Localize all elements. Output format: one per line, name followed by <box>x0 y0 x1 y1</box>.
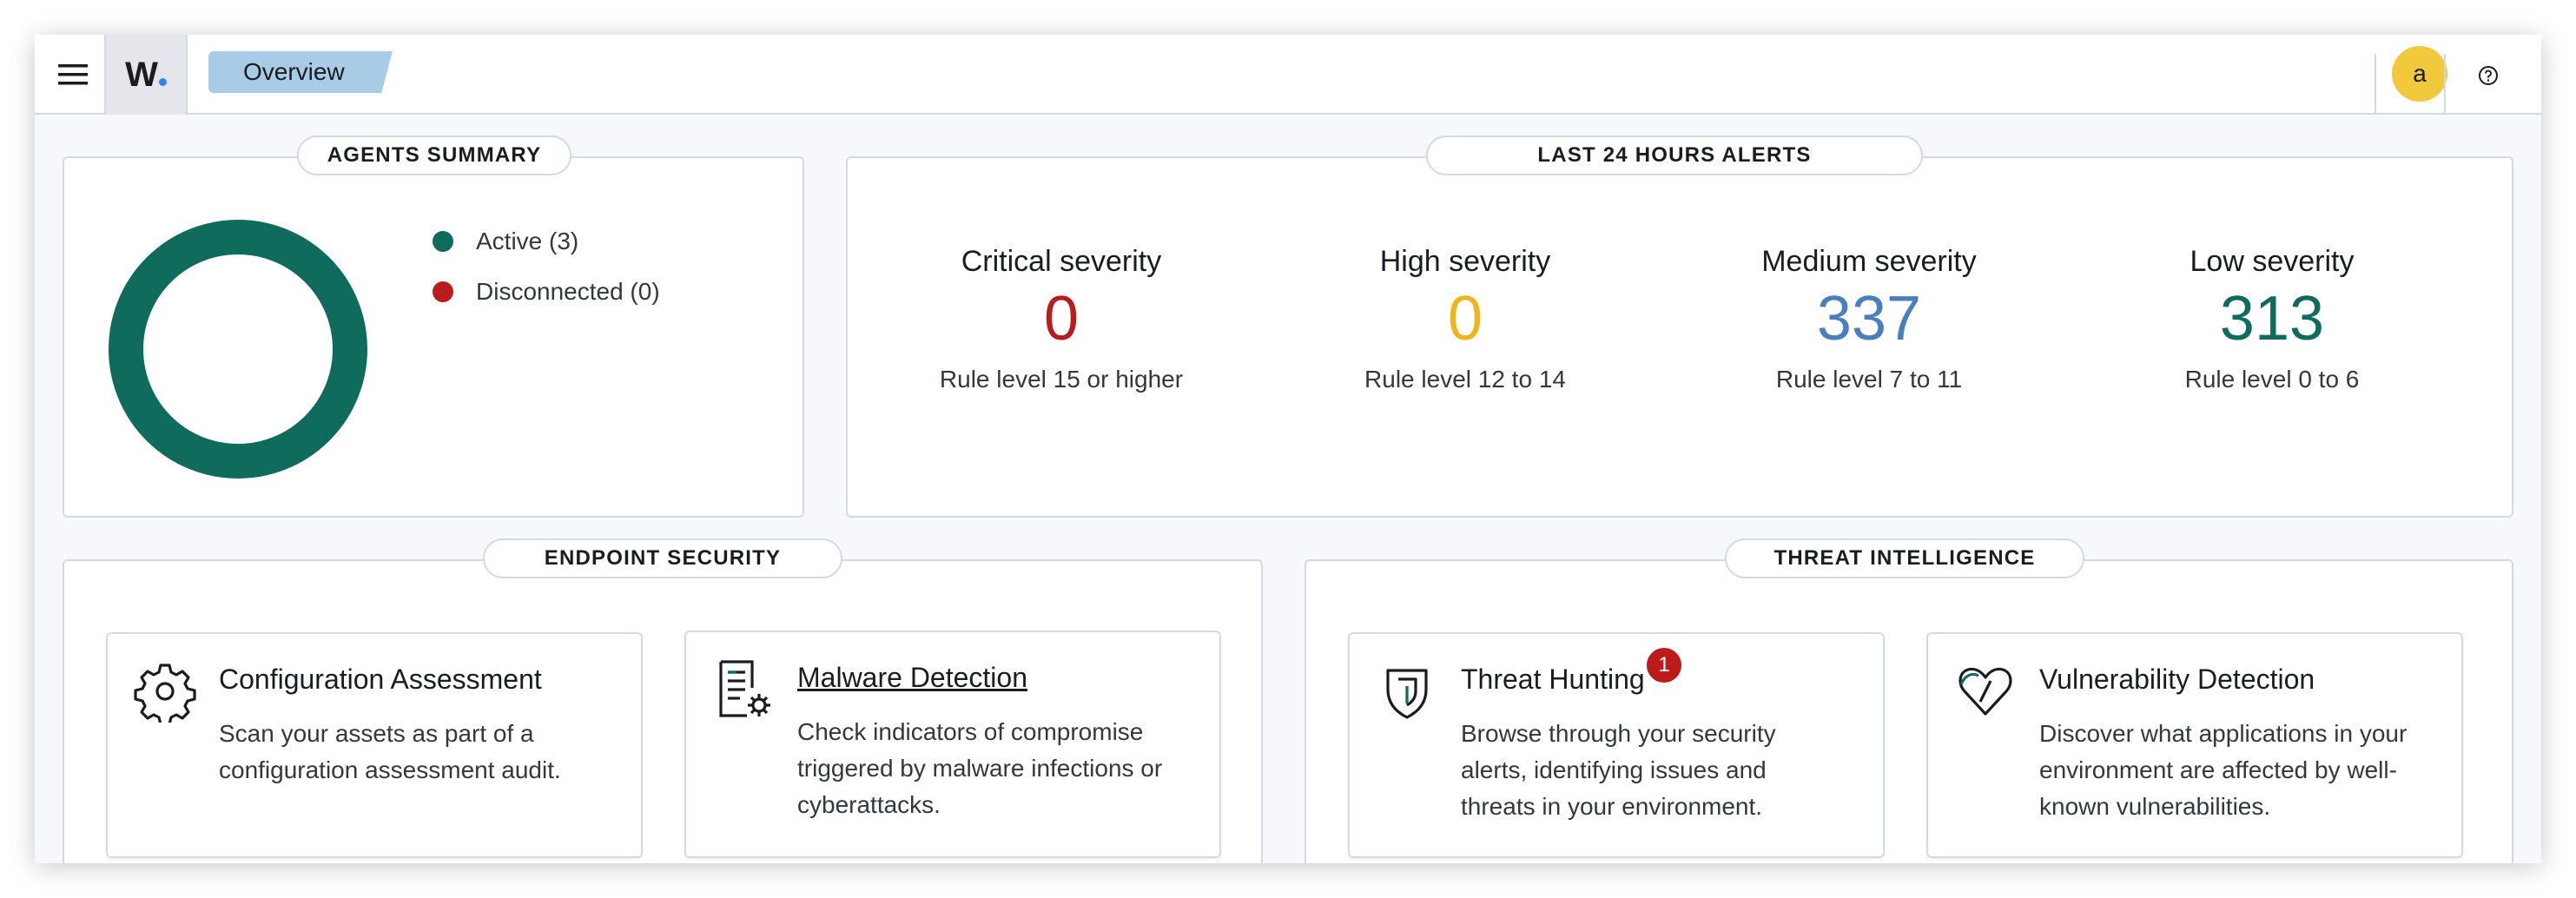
desc-line: triggered by malware infections or <box>797 755 1163 782</box>
question-circle-icon <box>2479 66 2498 85</box>
configuration-assessment-card[interactable]: Configuration Assessment Scan your asset… <box>106 632 643 858</box>
help-button[interactable] <box>2470 57 2507 94</box>
alert-critical-value[interactable]: 0 <box>888 284 1235 353</box>
alert-critical-title: Critical severity <box>961 245 1162 278</box>
shield-icon <box>1386 669 1428 719</box>
vulnerability-detection-desc: Discover what applications in your envir… <box>2039 716 2407 825</box>
alert-low-title: Low severity <box>2190 245 2355 278</box>
malware-detection-title[interactable]: Malware Detection <box>797 662 1027 694</box>
desc-line: cyberattacks. <box>797 791 941 818</box>
legend-label-disconnected: Disconnected (0) <box>476 278 660 305</box>
desc-line: environment are affected by well- <box>2039 756 2397 783</box>
desc-line: Check indicators of compromise <box>797 718 1144 745</box>
header-divider <box>2375 54 2376 115</box>
endpoint-security-panel: Configuration Assessment Scan your asset… <box>63 559 1263 863</box>
desc-line: configuration assessment audit. <box>219 756 561 783</box>
legend-item-disconnected[interactable]: Disconnected (0) <box>433 278 660 306</box>
top-header: W Overview a <box>35 35 2541 115</box>
alert-low-sub: Rule level 0 to 6 <box>2184 366 2360 393</box>
logo-text: W <box>125 56 167 95</box>
threat-hunting-title: Threat Hunting <box>1461 664 1645 695</box>
alert-medium-title: Medium severity <box>1761 245 1977 278</box>
alert-high-title: High severity <box>1379 245 1551 278</box>
alert-critical[interactable]: Critical severity 0 Rule level 15 or hig… <box>888 245 1235 393</box>
donut-slice-active <box>109 220 367 479</box>
threat-intelligence-panel: Threat Hunting 1 Browse through your sec… <box>1305 559 2513 863</box>
desc-line: Browse through your security <box>1461 720 1776 747</box>
alert-high[interactable]: High severity 0 Rule level 12 to 14 <box>1291 245 1639 393</box>
malware-detection-card[interactable]: Malware Detection Check indicators of co… <box>684 631 1221 858</box>
legend-dot-disconnected <box>433 281 453 302</box>
document-gear-icon <box>719 660 770 717</box>
desc-line: threats in your environment. <box>1461 793 1763 820</box>
app-logo[interactable]: W <box>104 35 188 115</box>
alert-critical-sub: Rule level 15 or higher <box>939 366 1184 393</box>
desc-line: Scan your assets as part of a <box>219 720 534 747</box>
alert-low-value[interactable]: 313 <box>2098 284 2446 353</box>
alerts-panel: Critical severity 0 Rule level 15 or hig… <box>846 156 2513 518</box>
malware-detection-desc: Check indicators of compromise triggered… <box>797 714 1162 823</box>
gear-icon <box>134 664 196 723</box>
app-window: W Overview a Active (3) Disconnected (0)… <box>35 35 2541 863</box>
alert-medium-sub: Rule level 7 to 11 <box>1775 366 1963 393</box>
hamburger-icon <box>58 64 88 85</box>
legend-dot-active <box>433 231 453 252</box>
threat-hunting-desc: Browse through your security alerts, ide… <box>1461 716 1776 825</box>
vulnerability-detection-card[interactable]: Vulnerability Detection Discover what ap… <box>1926 632 2463 858</box>
threat-intelligence-title: THREAT INTELLIGENCE <box>1725 538 2084 578</box>
alert-high-value[interactable]: 0 <box>1291 284 1639 353</box>
desc-line: alerts, identifying issues and <box>1461 756 1767 783</box>
breadcrumb-overview[interactable]: Overview <box>208 51 393 93</box>
agents-summary-panel: Active (3) Disconnected (0) <box>63 156 804 518</box>
alert-high-sub: Rule level 12 to 14 <box>1364 366 1566 393</box>
alerts-title: LAST 24 HOURS ALERTS <box>1426 135 1923 175</box>
legend-label-active: Active (3) <box>476 228 579 254</box>
agents-summary-title: AGENTS SUMMARY <box>297 135 571 175</box>
agents-donut-chart <box>109 220 367 479</box>
threat-hunting-card[interactable]: Threat Hunting 1 Browse through your sec… <box>1348 632 1885 858</box>
notification-badge: 1 <box>1647 648 1681 683</box>
configuration-assessment-desc: Scan your assets as part of a configurat… <box>219 716 561 789</box>
desc-line: Discover what applications in your <box>2039 720 2408 747</box>
menu-button[interactable] <box>43 45 102 104</box>
configuration-assessment-title: Configuration Assessment <box>219 664 542 695</box>
vulnerability-detection-title: Vulnerability Detection <box>2039 664 2315 695</box>
header-divider <box>2444 54 2446 115</box>
endpoint-security-title: ENDPOINT SECURITY <box>483 538 842 578</box>
alert-low[interactable]: Low severity 313 Rule level 0 to 6 <box>2098 245 2446 393</box>
alert-medium-value[interactable]: 337 <box>1695 284 2043 353</box>
desc-line: known vulnerabilities. <box>2039 793 2271 820</box>
logo-dot <box>158 77 167 86</box>
user-avatar[interactable]: a <box>2392 46 2447 102</box>
heart-pulse-icon <box>1958 667 2012 716</box>
legend-item-active[interactable]: Active (3) <box>433 228 578 255</box>
alert-medium[interactable]: Medium severity 337 Rule level 7 to 11 <box>1695 245 2043 393</box>
